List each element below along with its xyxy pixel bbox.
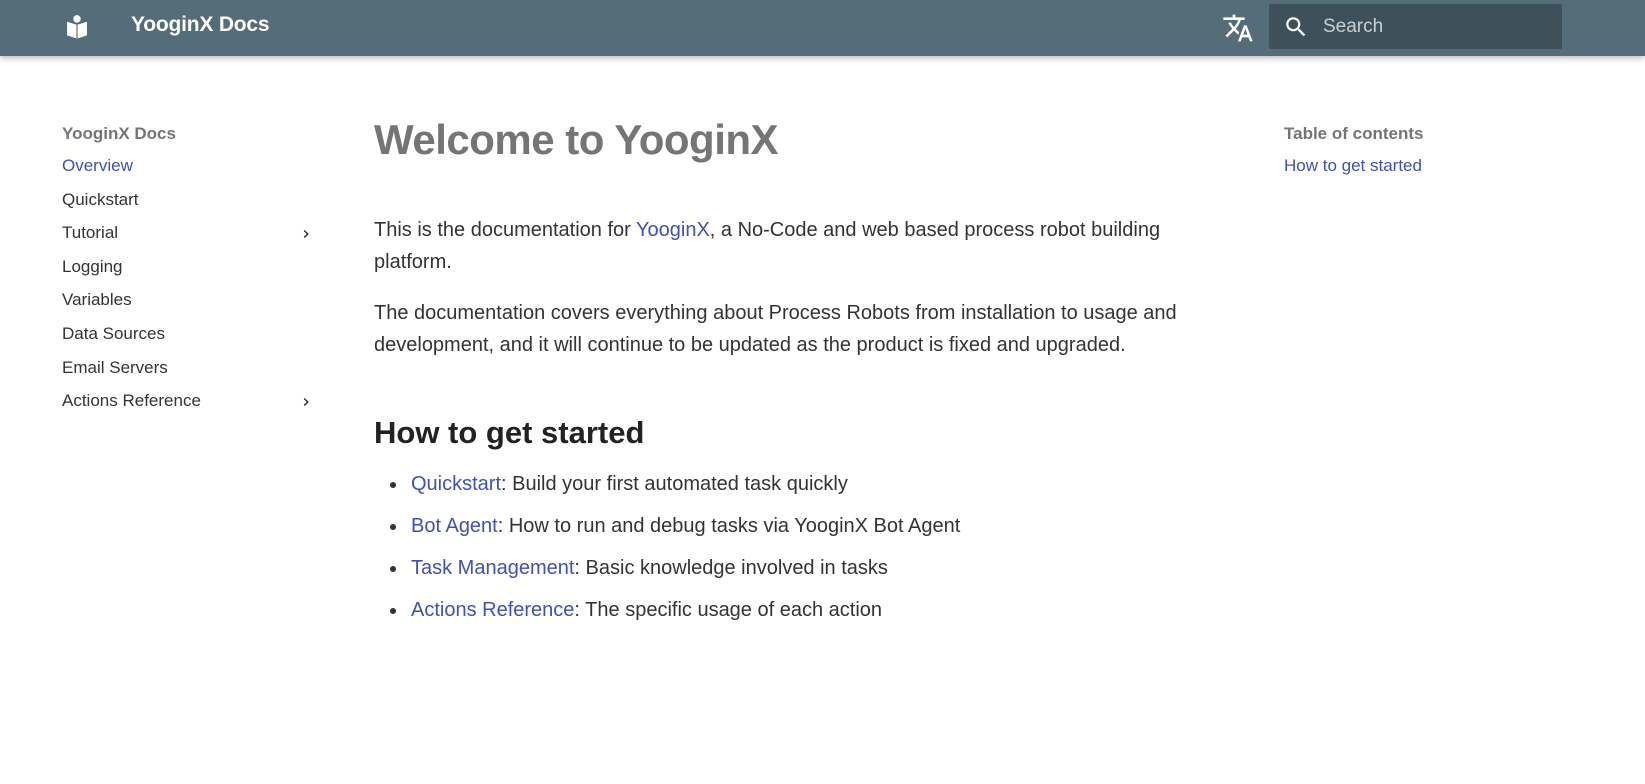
page-title: Welcome to YooginX [374,116,779,163]
list-item: Task Management: Basic knowledge involve… [374,553,1194,595]
primary-sidebar: YooginX Docs Overview Quickstart Tutoria… [62,124,322,425]
search-icon[interactable] [1283,14,1309,40]
coverage-paragraph: The documentation covers everything abou… [374,302,1177,356]
toc-item-how-to-get-started[interactable]: How to get started [1284,156,1584,176]
sidebar-item-tutorial[interactable]: Tutorial [62,223,322,257]
section-heading-how-to-get-started: How to get started [374,415,645,450]
getting-started-list: Quickstart: Build your first automated t… [374,469,1194,637]
actions-reference-link[interactable]: Actions Reference [411,599,574,621]
sidebar-item-data-sources[interactable]: Data Sources [62,324,322,358]
intro-paragraph: This is the documentation for YooginX, a… [374,215,1194,278]
toc-title: Table of contents [1284,124,1424,143]
search-box[interactable] [1269,4,1562,49]
search-input[interactable] [1323,4,1553,49]
sidebar-title: YooginX Docs [62,124,176,143]
sidebar-item-label[interactable]: Quickstart [62,190,139,209]
top-header: YooginX Docs [0,0,1645,56]
sidebar-item-label[interactable]: Data Sources [62,324,165,343]
translate-icon[interactable] [1222,12,1254,44]
list-item-text: : How to run and debug tasks via YooginX… [497,515,961,537]
quickstart-link[interactable]: Quickstart [411,473,501,495]
sidebar-item-label[interactable]: Overview [62,156,133,175]
sidebar-item-label[interactable]: Tutorial [62,223,118,242]
yooginx-link[interactable]: YooginX [636,219,710,241]
list-item: Actions Reference: The specific usage of… [374,595,1194,637]
sidebar-item-overview[interactable]: Overview [62,156,322,190]
intro-text-before: This is the documentation for [374,219,636,241]
site-title[interactable]: YooginX Docs [131,13,270,37]
sidebar-item-logging[interactable]: Logging [62,257,322,291]
sidebar-item-label[interactable]: Actions Reference [62,391,201,410]
bot-agent-link[interactable]: Bot Agent [411,515,498,537]
list-item: Quickstart: Build your first automated t… [374,469,1194,511]
sidebar-nav: Overview Quickstart Tutorial Logging Var… [62,156,322,425]
book-reader-icon[interactable] [63,13,91,41]
list-item-text: : The specific usage of each action [574,599,883,621]
sidebar-item-quickstart[interactable]: Quickstart [62,190,322,224]
main-content: Welcome to YooginX This is the documenta… [374,112,1194,637]
task-management-link[interactable]: Task Management [411,557,574,579]
sidebar-item-label[interactable]: Email Servers [62,358,168,377]
sidebar-item-actions-reference[interactable]: Actions Reference [62,391,322,425]
sidebar-item-label[interactable]: Variables [62,290,132,309]
table-of-contents: Table of contents How to get started [1284,124,1584,176]
chevron-right-icon[interactable] [298,226,314,242]
sidebar-item-email-servers[interactable]: Email Servers [62,358,322,392]
list-item: Bot Agent: How to run and debug tasks vi… [374,511,1194,553]
sidebar-item-variables[interactable]: Variables [62,290,322,324]
list-item-text: : Basic knowledge involved in tasks [574,557,888,579]
chevron-right-icon[interactable] [298,394,314,410]
list-item-text: : Build your first automated task quickl… [501,473,848,495]
sidebar-item-label[interactable]: Logging [62,257,123,276]
